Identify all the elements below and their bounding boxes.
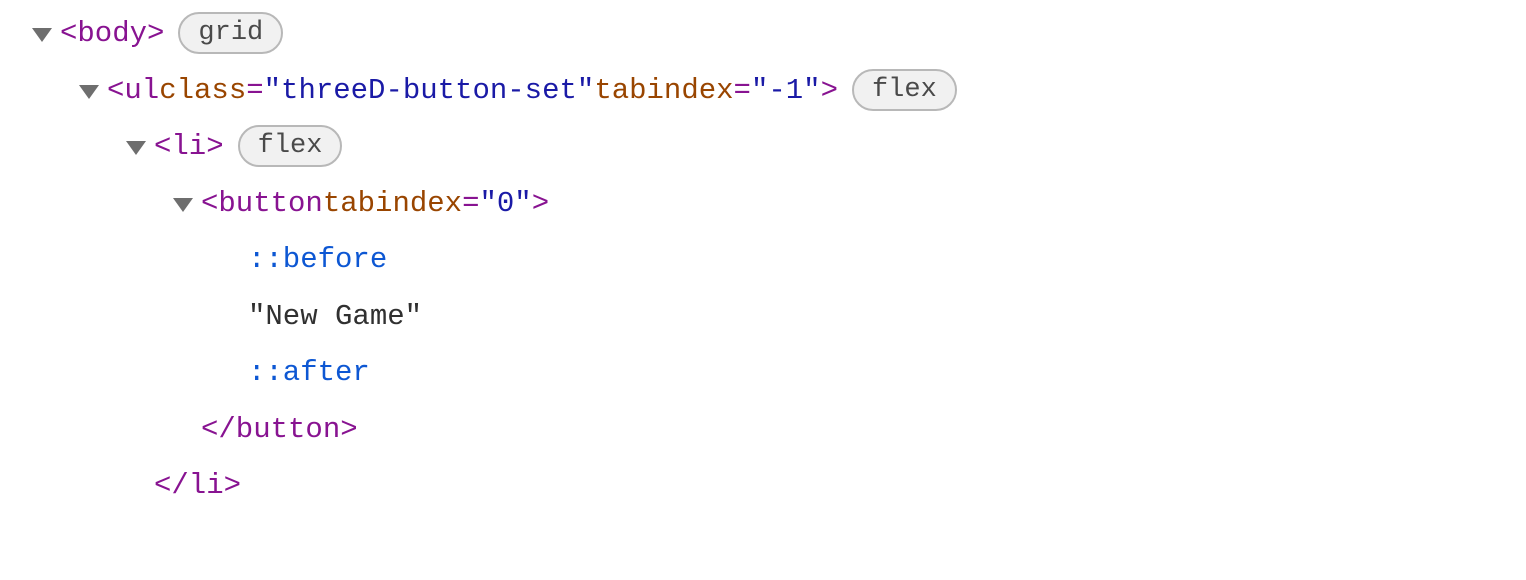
tag-close-bracket: >	[821, 63, 838, 120]
dom-node-button[interactable]: <button tabindex = " 0 " >	[60, 176, 1526, 233]
dom-node-ul[interactable]: <ul class = " threeD-button-set " tabind…	[60, 63, 1526, 120]
layout-badge-flex[interactable]: flex	[852, 69, 957, 111]
quote: "	[577, 63, 594, 120]
attr-value-tabindex: 0	[497, 176, 514, 233]
attr-name-class: class	[159, 63, 246, 120]
attr-name-tabindex: tabindex	[323, 176, 462, 233]
layout-badge-flex[interactable]: flex	[238, 125, 343, 167]
expand-arrow-icon[interactable]	[126, 141, 146, 155]
dom-node-button-close[interactable]: </button>	[60, 402, 1526, 459]
tag-close: </button>	[201, 402, 358, 459]
layout-badge-grid[interactable]: grid	[178, 12, 283, 54]
equals: =	[246, 63, 263, 120]
quote: "	[264, 63, 281, 120]
quote: "	[803, 63, 820, 120]
tag-close: </li>	[154, 458, 241, 515]
attr-value-class: threeD-button-set	[281, 63, 577, 120]
text-content: "New Game"	[248, 289, 422, 346]
attr-value-tabindex: -1	[768, 63, 803, 120]
equals: =	[462, 176, 479, 233]
dom-tree: <body> grid <ul class = " threeD-button-…	[0, 0, 1526, 515]
pseudo-element: ::after	[248, 345, 370, 402]
text-node[interactable]: "New Game"	[60, 289, 1526, 346]
dom-node-body[interactable]: <body> grid	[60, 6, 1526, 63]
expand-arrow-icon[interactable]	[79, 85, 99, 99]
pseudo-before[interactable]: ::before	[60, 232, 1526, 289]
quote: "	[479, 176, 496, 233]
tag-close-bracket: >	[532, 176, 549, 233]
pseudo-after[interactable]: ::after	[60, 345, 1526, 402]
tag-open: <ul	[107, 63, 159, 120]
quote: "	[514, 176, 531, 233]
expand-arrow-icon[interactable]	[173, 198, 193, 212]
attr-name-tabindex: tabindex	[594, 63, 733, 120]
tag-name: <body>	[60, 6, 164, 63]
expand-arrow-icon[interactable]	[32, 28, 52, 42]
dom-node-li[interactable]: <li> flex	[60, 119, 1526, 176]
tag-name: <li>	[154, 119, 224, 176]
tag-open: <button	[201, 176, 323, 233]
pseudo-element: ::before	[248, 232, 387, 289]
quote: "	[751, 63, 768, 120]
dom-node-li-close[interactable]: </li>	[60, 458, 1526, 515]
equals: =	[734, 63, 751, 120]
